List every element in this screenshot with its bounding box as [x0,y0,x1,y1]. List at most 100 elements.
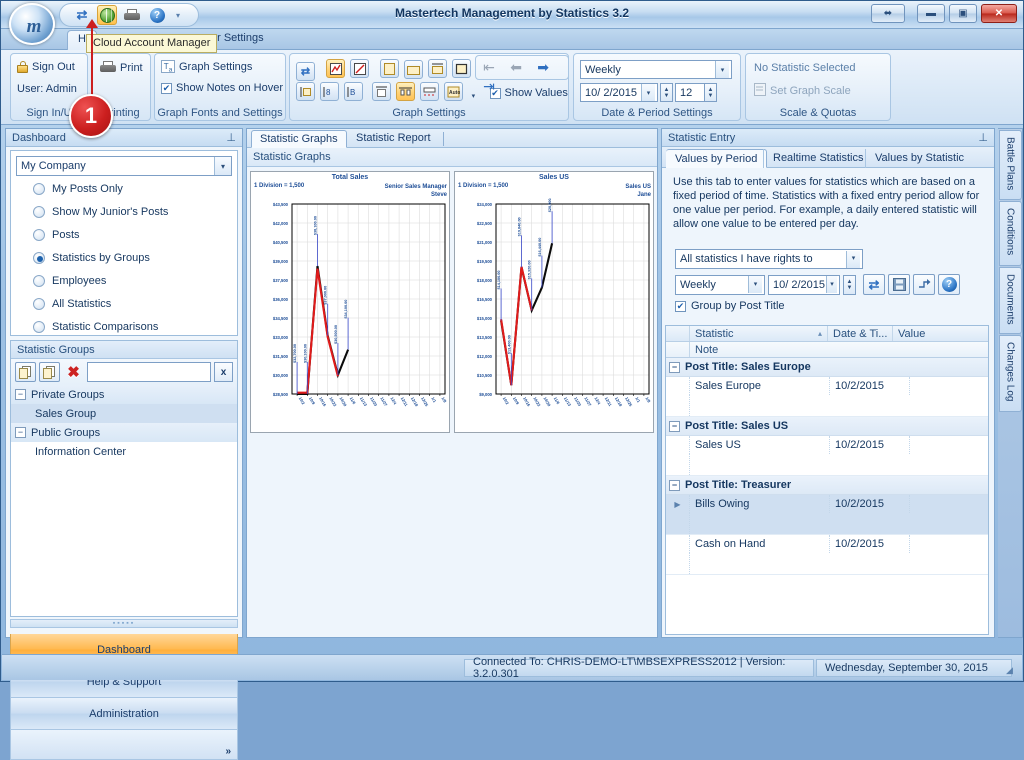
radio-employees[interactable]: Employees [33,275,106,287]
pin-icon[interactable]: ⊥ [226,131,236,144]
entry-date-field[interactable]: 10/ 2/2015 ▾ [768,274,840,295]
chevron-down-icon[interactable]: ▾ [826,276,837,293]
cloud-account-manager-icon[interactable] [97,5,117,25]
collapse-icon[interactable]: − [669,479,680,491]
align-left-icon[interactable] [296,82,315,101]
previous-period-icon[interactable]: ⬅ [505,58,527,77]
print-icon[interactable] [122,5,142,25]
collapse-icon[interactable]: − [669,420,680,432]
nav-button-administration[interactable]: Administration [10,698,238,730]
chart-sales-us[interactable]: Sales US 1 Division = 1,500 Sales US Jan… [454,171,654,433]
chevron-down-icon[interactable]: ▾ [214,157,231,175]
gridlines-icon[interactable] [396,82,416,101]
side-tab-documents[interactable]: Documents [998,266,1022,335]
tree-item-sales-group[interactable]: Sales Group [11,404,237,423]
chevron-down-icon[interactable]: ▾ [846,250,860,268]
radio-all-statistics[interactable]: All Statistics [33,298,111,310]
tab-values-by-statistic[interactable]: Values by Statistic [865,149,973,168]
column-header-statistic[interactable]: Statistic ▴ [690,326,828,341]
radio-statistics-by-groups[interactable]: Statistics by Groups [33,252,150,264]
radio-my-posts-only[interactable]: My Posts Only [33,183,123,195]
group-row-treasurer[interactable]: − Post Title: Treasurer [666,476,988,495]
column-header-date-time[interactable]: Date & Ti... [828,326,893,341]
help-icon[interactable]: ? [147,5,167,25]
import-icon[interactable] [913,274,935,295]
group-row-sales-us[interactable]: − Post Title: Sales US [666,417,988,436]
show-notes-on-hover-checkbox[interactable]: ✔ Show Notes on Hover [161,82,283,94]
tab-statistic-graphs[interactable]: Statistic Graphs [251,130,347,148]
note-cell-row[interactable] [666,395,988,417]
statistic-scope-combobox[interactable]: All statistics I have rights to ▾ [675,249,863,269]
maximize-button[interactable]: ▣ [949,4,977,23]
close-button[interactable]: ✕ [981,4,1017,23]
chevron-down-icon[interactable]: ▾ [176,11,180,20]
table-row[interactable]: Sales US 10/2/2015 [666,436,988,454]
minimize-button[interactable]: ▬ [917,4,945,23]
fit-width-icon[interactable] [428,59,448,78]
group-search-input[interactable] [87,362,211,382]
page-landscape-icon[interactable] [404,59,424,79]
chevron-down-icon[interactable]: ▾ [641,84,655,101]
auto-scale-dropdown-icon[interactable]: ▾ [468,86,478,105]
group-row-sales-europe[interactable]: − Post Title: Sales Europe [666,358,988,377]
page-portrait-icon[interactable] [380,59,400,78]
help-icon[interactable]: ? [938,274,960,295]
radio-show-juniors-posts[interactable]: Show My Junior's Posts [33,206,168,218]
print-button[interactable]: Print [100,61,143,74]
tab-statistic-report[interactable]: Statistic Report [348,130,439,148]
copy-group-icon[interactable] [39,362,60,382]
tree-item-information-center[interactable]: Information Center [11,442,237,461]
new-group-icon[interactable] [15,362,36,382]
axis-ticks-icon[interactable] [420,82,440,101]
chevron-down-icon[interactable]: ▾ [715,61,729,78]
resize-grip-icon[interactable]: ◢ [1006,665,1018,677]
next-period-icon[interactable]: ➡ [532,58,554,77]
tree-group-private[interactable]: − Private Groups [11,385,237,404]
save-icon[interactable] [888,274,910,295]
line-graph-icon[interactable] [326,59,346,78]
date-field[interactable]: 10/ 2/2015 ▾ [580,83,658,102]
collapse-icon[interactable]: − [15,427,26,438]
graph-settings-button[interactable]: Ta Graph Settings [161,60,252,74]
last-period-icon[interactable]: ⇥ [478,77,500,96]
delete-group-icon[interactable]: ✖ [63,362,84,382]
group-by-post-title-checkbox[interactable]: ✔ Group by Post Title [675,299,785,313]
table-row[interactable]: Cash on Hand 10/2/2015 [666,535,988,553]
restore-down-button[interactable]: ⬌ [871,4,905,23]
period-combobox[interactable]: Weekly ▾ [580,60,732,79]
set-graph-scale-button[interactable]: Set Graph Scale [754,83,851,99]
app-orb-button[interactable]: m [9,3,55,45]
collapse-icon[interactable]: − [669,361,680,373]
nav-overflow-button[interactable]: » [10,730,238,760]
date-spinner[interactable]: ▲ ▼ [660,83,673,102]
refresh-icon[interactable]: ⇄ [863,274,885,295]
note-cell-row[interactable] [666,513,988,535]
column-header-value[interactable]: Value [893,326,988,341]
radio-statistic-comparisons[interactable]: Statistic Comparisons [33,321,158,333]
top-border-icon[interactable] [372,82,392,101]
side-tab-battle-plans[interactable]: Battle Plans [998,130,1022,201]
chart-total-sales[interactable]: Total Sales 1 Division = 1,500 Senior Sa… [250,171,450,433]
note-cell-row[interactable] [666,553,988,575]
radio-posts[interactable]: Posts [33,229,80,241]
chevron-down-icon[interactable]: ▾ [748,276,762,293]
tree-group-public[interactable]: − Public Groups [11,423,237,442]
period-count-field[interactable]: 12 [675,83,705,102]
pin-icon[interactable]: ⊥ [978,131,988,144]
table-row[interactable]: ▶ Bills Owing 10/2/2015 [666,495,988,513]
side-tab-changes-log[interactable]: Changes Log [998,335,1022,412]
clear-search-button[interactable]: x [214,362,233,382]
tab-realtime-statistics[interactable]: Realtime Statistics [763,149,872,168]
fit-page-icon[interactable] [452,59,472,78]
period-count-spinner[interactable]: ▲ ▼ [704,83,717,102]
note-cell-row[interactable] [666,454,988,476]
axis-labels-right-icon[interactable]: B [344,82,364,101]
collapse-icon[interactable]: − [15,389,26,400]
table-row[interactable]: Sales Europe 10/2/2015 [666,377,988,395]
axis-labels-left-icon[interactable]: 8 [320,82,340,101]
first-period-icon[interactable]: ⇤ [478,58,500,77]
entry-date-spinner[interactable]: ▲ ▼ [843,274,856,295]
auto-scale-icon[interactable]: Auto [444,82,464,101]
sign-out-button[interactable]: Sign Out [17,61,75,73]
trend-line-icon[interactable] [350,59,370,78]
